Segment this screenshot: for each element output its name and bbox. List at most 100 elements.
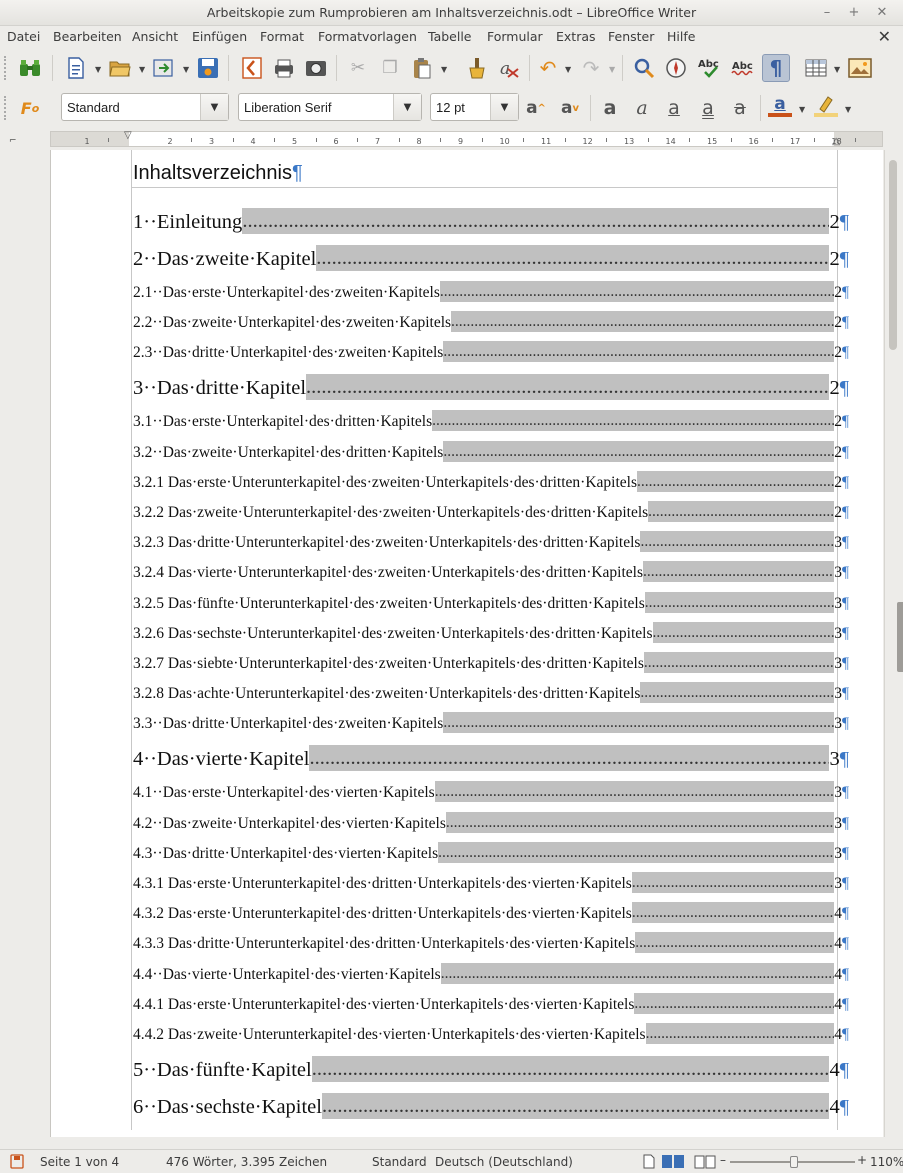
vertical-scrollbar[interactable] xyxy=(884,150,903,1137)
toc-entry[interactable]: 3.3··Das·dritte·Unterkapitel·des·zweiten… xyxy=(133,712,849,734)
document-modified-icon[interactable] xyxy=(10,1154,24,1169)
toc-entry[interactable]: 5··Das·fünfte·Kapitel...................… xyxy=(133,1056,849,1082)
toc-entry[interactable]: 4.3··Das·dritte·Unterkapitel·des·vierten… xyxy=(133,841,849,863)
clone-formatting-icon[interactable] xyxy=(463,54,491,82)
toc-entry[interactable]: 3.2.6 Das·sechste·Unterunterkapitel·des·… xyxy=(133,621,849,643)
new-document-icon[interactable] xyxy=(62,54,90,82)
toc-heading[interactable]: Inhaltsverzeichnis¶ xyxy=(133,162,303,185)
menu-ansicht[interactable]: Ansicht xyxy=(132,29,178,44)
toc-entry[interactable]: 1··Einleitung...........................… xyxy=(133,208,849,234)
redo-icon[interactable]: ↷ xyxy=(577,54,605,82)
double-underline-icon[interactable]: a xyxy=(694,94,722,122)
toc-entry[interactable]: 4.4.1 Das·erste·Unterunterkapitel·des·vi… xyxy=(133,992,849,1014)
page[interactable]: Inhaltsverzeichnis¶ 1··Einleitung.......… xyxy=(50,150,883,1137)
toc-entry[interactable]: 2.3··Das·dritte·Unterkapitel·des·zweiten… xyxy=(133,341,849,363)
print-preview-icon[interactable] xyxy=(302,54,330,82)
close-window-button[interactable]: ✕ xyxy=(873,4,891,22)
menu-datei[interactable]: Datei xyxy=(7,29,40,44)
toc-entry[interactable]: 3.2.3 Das·dritte·Unterunterkapitel·des·z… xyxy=(133,531,849,553)
open-dropdown-icon[interactable]: ▼ xyxy=(139,65,145,74)
chevron-down-icon[interactable]: ▼ xyxy=(200,94,228,120)
zoom-slider-knob[interactable] xyxy=(790,1156,798,1168)
export-icon[interactable] xyxy=(150,54,178,82)
styles-sidebar-icon[interactable]: Fo xyxy=(16,94,44,122)
toc-entry[interactable]: 3.1··Das·erste·Unterkapitel·des·dritten·… xyxy=(133,410,849,432)
menu-hilfe[interactable]: Hilfe xyxy=(667,29,695,44)
export-pdf-icon[interactable] xyxy=(238,54,266,82)
paste-dropdown-icon[interactable]: ▼ xyxy=(441,65,447,74)
auto-spellcheck-icon[interactable]: Abc xyxy=(730,54,758,82)
zoom-level[interactable]: 110% xyxy=(870,1155,903,1169)
font-color-icon[interactable]: a xyxy=(766,92,794,120)
single-page-view-icon[interactable] xyxy=(643,1154,657,1169)
toc-entry[interactable]: 3.2··Das·zweite·Unterkapitel·des·dritten… xyxy=(133,440,849,462)
menu-tabelle[interactable]: Tabelle xyxy=(428,29,472,44)
open-folder-icon[interactable] xyxy=(106,54,134,82)
menu-formatvorlagen[interactable]: Formatvorlagen xyxy=(318,29,417,44)
menu-format[interactable]: Format xyxy=(260,29,304,44)
paste-icon[interactable] xyxy=(408,54,436,82)
menu-einfuegen[interactable]: Einfügen xyxy=(192,29,247,44)
toc-entry[interactable]: 3.2.2 Das·zweite·Unterunterkapitel·des·z… xyxy=(133,501,849,522)
book-view-icon[interactable] xyxy=(694,1154,716,1169)
toc-entry[interactable]: 3.2.7 Das·siebte·Unterunterkapitel·des·z… xyxy=(133,652,849,673)
export-dropdown-icon[interactable]: ▼ xyxy=(183,65,189,74)
document-area[interactable]: Inhaltsverzeichnis¶ 1··Einleitung.......… xyxy=(0,150,884,1137)
right-indent-marker-icon[interactable]: △ xyxy=(832,136,840,147)
bold-icon[interactable]: a xyxy=(596,94,624,122)
chevron-down-icon[interactable]: ▼ xyxy=(490,94,518,120)
toc-entry[interactable]: 6··Das·sechste·Kapitel..................… xyxy=(133,1093,849,1119)
language[interactable]: Deutsch (Deutschland) xyxy=(435,1155,573,1169)
toc-entry[interactable]: 4.4··Das·vierte·Unterkapitel·des·vierten… xyxy=(133,962,849,984)
indent-marker-icon[interactable]: ▽ xyxy=(124,130,132,141)
insert-image-icon[interactable] xyxy=(846,54,874,82)
zoom-out-button[interactable]: – xyxy=(720,1153,726,1167)
font-size-combo[interactable]: 12 pt ▼ xyxy=(430,93,519,121)
word-count[interactable]: 476 Wörter, 3.395 Zeichen xyxy=(166,1155,327,1169)
grow-font-icon[interactable]: a ^ xyxy=(522,94,550,122)
menu-extras[interactable]: Extras xyxy=(556,29,596,44)
menu-fenster[interactable]: Fenster xyxy=(608,29,654,44)
page-style[interactable]: Standard xyxy=(372,1155,427,1169)
toc-entry[interactable]: 3.2.5 Das·fünfte·Unterunterkapitel·des·z… xyxy=(133,591,849,613)
toc-entry[interactable]: 3··Das·dritte·Kapitel...................… xyxy=(133,374,849,401)
toc-entry[interactable]: 3.2.4 Das·vierte·Unterunterkapitel·des·z… xyxy=(133,561,849,583)
clear-formatting-icon[interactable]: a xyxy=(495,54,523,82)
cut-icon[interactable]: ✂ xyxy=(344,54,372,82)
formatting-marks-toggle-icon[interactable]: ¶ xyxy=(762,54,790,82)
zoom-in-button[interactable]: + xyxy=(857,1153,867,1167)
find-binoculars-icon[interactable] xyxy=(16,54,44,82)
multi-page-view-icon[interactable] xyxy=(661,1154,687,1169)
maximize-button[interactable]: + xyxy=(845,4,863,22)
sidebar-handle[interactable] xyxy=(897,602,903,672)
highlight-dropdown-icon[interactable]: ▼ xyxy=(845,105,851,114)
insert-table-icon[interactable] xyxy=(802,54,830,82)
toc-entry[interactable]: 4.1··Das·erste·Unterkapitel·des·vierten·… xyxy=(133,781,849,803)
tab-stop-selector-icon[interactable]: ⌐ xyxy=(9,136,17,146)
toc-entry[interactable]: 3.2.8 Das·achte·Unterunterkapitel·des·zw… xyxy=(133,682,849,704)
navigator-compass-icon[interactable] xyxy=(662,54,690,82)
minimize-button[interactable]: – xyxy=(818,4,836,22)
save-icon[interactable] xyxy=(194,54,222,82)
copy-icon[interactable]: ❐ xyxy=(376,54,404,82)
toc-entry[interactable]: 4.3.1 Das·erste·Unterunterkapitel·des·dr… xyxy=(133,872,849,893)
print-icon[interactable] xyxy=(270,54,298,82)
toc-entry[interactable]: 4.3.3 Das·dritte·Unterunterkapitel·des·d… xyxy=(133,932,849,954)
toc-entry[interactable]: 2.1··Das·erste·Unterkapitel·des·zweiten·… xyxy=(133,281,849,302)
font-color-dropdown-icon[interactable]: ▼ xyxy=(799,105,805,114)
toc-entry[interactable]: 3.2.1 Das·erste·Unterunterkapitel·des·zw… xyxy=(133,470,849,492)
horizontal-ruler[interactable]: 1 2 3 4 5 6 7 8 9 10 11 12 13 14 15 16 17 18 ▽ △ xyxy=(50,130,883,147)
redo-dropdown-icon[interactable]: ▼ xyxy=(609,65,615,74)
scrollbar-thumb[interactable] xyxy=(889,160,897,350)
toolbar-grip[interactable] xyxy=(4,56,8,80)
toc-entry[interactable]: 4.2··Das·zweite·Unterkapitel·des·vierten… xyxy=(133,811,849,833)
chevron-down-icon[interactable]: ▼ xyxy=(393,94,421,120)
new-dropdown-icon[interactable]: ▼ xyxy=(95,65,101,74)
toc-entry[interactable]: 4··Das·vierte·Kapitel...................… xyxy=(133,745,849,772)
undo-icon[interactable]: ↶ xyxy=(534,54,562,82)
toc-entry[interactable]: 4.3.2 Das·erste·Unterunterkapitel·des·dr… xyxy=(133,902,849,924)
undo-dropdown-icon[interactable]: ▼ xyxy=(565,65,571,74)
page-count[interactable]: Seite 1 von 4 xyxy=(40,1155,119,1169)
shrink-font-icon[interactable]: av xyxy=(556,94,584,122)
table-dropdown-icon[interactable]: ▼ xyxy=(834,65,840,74)
